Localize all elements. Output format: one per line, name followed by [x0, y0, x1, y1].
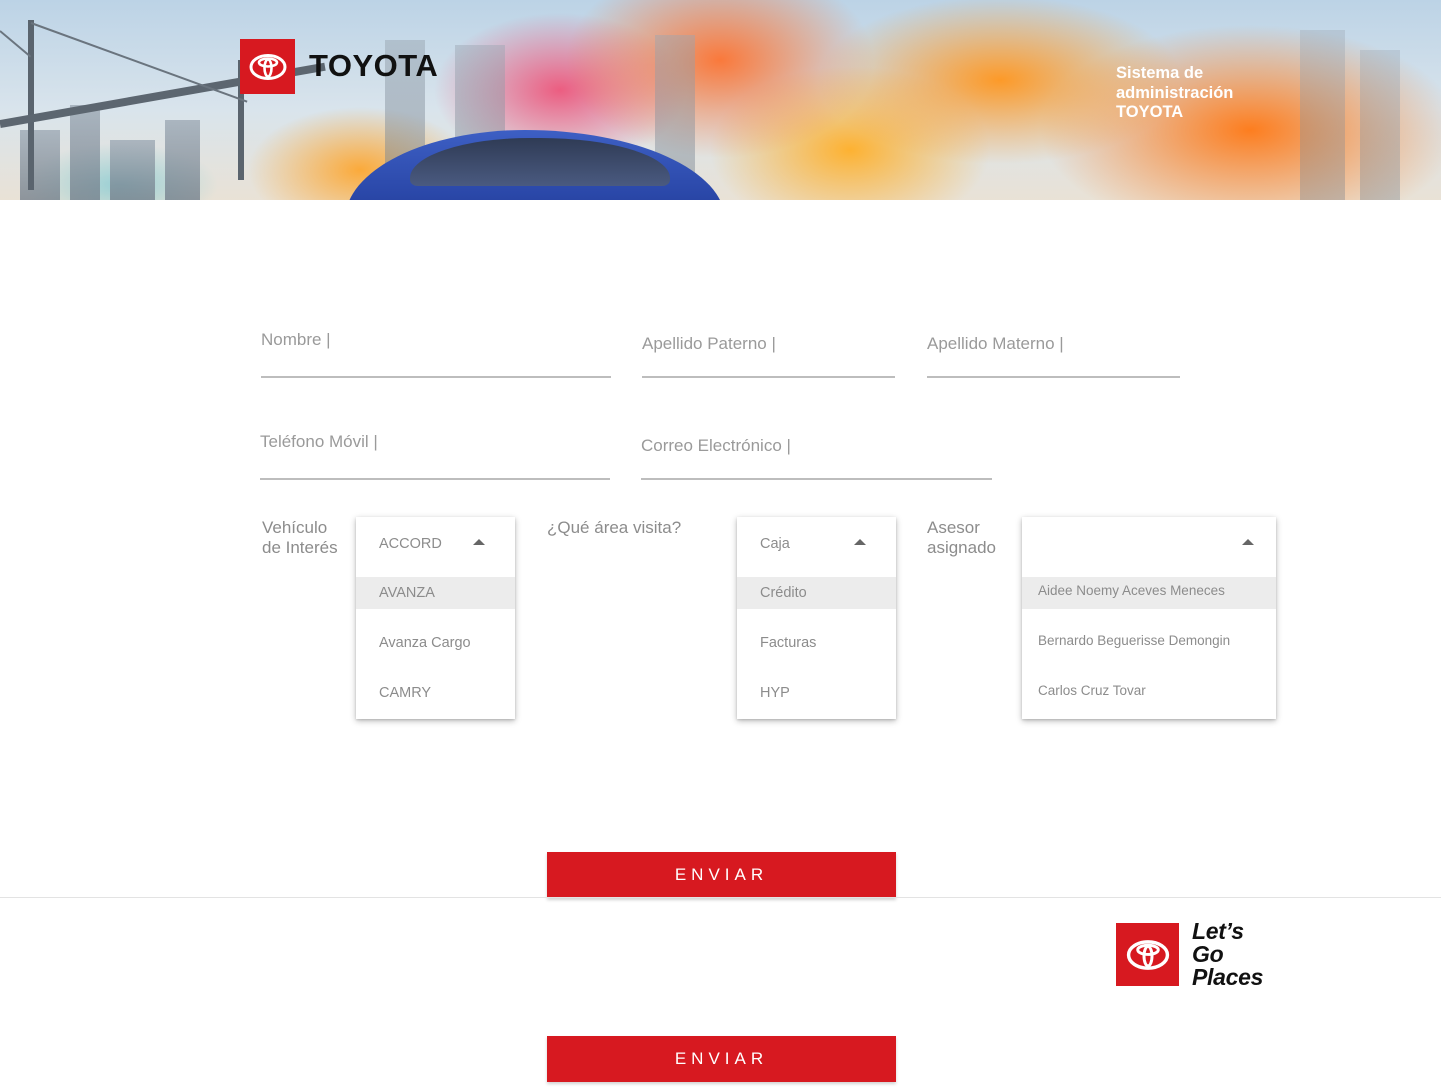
bridge-cable [30, 22, 248, 103]
asesor-option[interactable]: Bernardo Beguerisse Demongin [1022, 627, 1276, 659]
area-label: ¿Qué área visita? [547, 518, 682, 537]
caret-up-icon[interactable] [1242, 539, 1254, 545]
vehiculo-option[interactable]: Avanza Cargo [356, 627, 515, 659]
vehiculo-selected-value: ACCORD [379, 536, 442, 552]
asesor-select[interactable] [1022, 517, 1276, 575]
system-title-line: Sistema de [1116, 64, 1204, 82]
vehiculo-label-line: Vehículo [262, 518, 328, 537]
skyline-building [165, 120, 200, 200]
asesor-dropdown[interactable]: Aidee Noemy Aceves Meneces Bernardo Begu… [1022, 517, 1276, 719]
skyline-building [1300, 30, 1345, 200]
area-option-label: Crédito [760, 585, 807, 601]
asesor-option-label: Aidee Noemy Aceves Meneces [1038, 583, 1225, 598]
footer-tagline: Let’s Go Places [1192, 920, 1263, 989]
toyota-emblem-icon [1126, 939, 1169, 970]
area-option[interactable]: HYP [737, 677, 896, 709]
area-selected-value: Caja [760, 536, 790, 552]
apellido-materno-field [927, 330, 1180, 378]
nombre-field [261, 324, 611, 378]
correo-field [641, 432, 992, 480]
asesor-label: Asesor asignado [927, 518, 996, 558]
correo-input[interactable] [641, 436, 992, 456]
tagline-line: Go [1192, 941, 1224, 967]
nombre-input[interactable] [261, 330, 611, 350]
vehiculo-label: Vehículo de Interés [262, 518, 338, 558]
header-banner: TOYOTA Sistema de administración TOYOTA [0, 0, 1441, 200]
area-option-label: Facturas [760, 635, 817, 651]
bridge-cable [0, 30, 32, 58]
vehiculo-dropdown[interactable]: ACCORD AVANZA Avanza Cargo CAMRY [356, 517, 515, 719]
asesor-option[interactable]: Aidee Noemy Aceves Meneces [1022, 577, 1276, 609]
toyota-emblem-icon [249, 53, 286, 80]
area-select[interactable]: Caja [737, 517, 896, 575]
tagline-line: Let’s [1192, 918, 1244, 944]
brand-wordmark: TOYOTA [309, 48, 439, 83]
asesor-option[interactable]: Carlos Cruz Tovar [1022, 677, 1276, 709]
apellido-paterno-input[interactable] [642, 334, 895, 354]
system-title-line: TOYOTA [1116, 103, 1184, 121]
footer-toyota-logo[interactable] [1116, 923, 1179, 986]
asesor-label-line: asignado [927, 538, 997, 557]
telefono-input[interactable] [260, 432, 610, 452]
caret-up-icon[interactable] [854, 539, 866, 545]
vehiculo-option[interactable]: AVANZA [356, 577, 515, 609]
apellido-paterno-field [642, 330, 895, 378]
vehiculo-select[interactable]: ACCORD [356, 517, 515, 575]
area-dropdown[interactable]: Caja Crédito Facturas HYP [737, 517, 896, 719]
caret-up-icon[interactable] [473, 539, 485, 545]
skyline-building [70, 105, 100, 200]
vehiculo-option-label: Avanza Cargo [379, 635, 471, 651]
footer-divider [0, 897, 1441, 898]
asesor-option-label: Bernardo Beguerisse Demongin [1038, 633, 1231, 648]
area-option[interactable]: Crédito [737, 577, 896, 609]
asesor-label-line: Asesor [927, 518, 980, 537]
vehiculo-option[interactable]: CAMRY [356, 677, 515, 709]
asesor-option-label: Carlos Cruz Tovar [1038, 683, 1146, 698]
system-title-line: administración [1116, 83, 1234, 102]
system-title: Sistema de administración TOYOTA [1116, 64, 1276, 123]
footer-submit-button[interactable]: ENVIAR [547, 1036, 896, 1082]
telefono-field [260, 426, 610, 480]
tagline-line: Places [1192, 964, 1264, 990]
skyline-building [1360, 50, 1400, 200]
vehiculo-option-label: AVANZA [379, 585, 435, 601]
area-option[interactable]: Facturas [737, 627, 896, 659]
skyline-building [110, 140, 155, 200]
vehiculo-label-line: de Interés [262, 538, 338, 557]
area-option-label: HYP [760, 685, 790, 701]
vehiculo-option-label: CAMRY [379, 685, 432, 701]
submit-button[interactable]: ENVIAR [547, 852, 896, 898]
toyota-logo[interactable] [240, 39, 295, 94]
apellido-materno-input[interactable] [927, 334, 1180, 354]
skyline-building [20, 130, 60, 200]
bridge-tower [28, 20, 34, 190]
